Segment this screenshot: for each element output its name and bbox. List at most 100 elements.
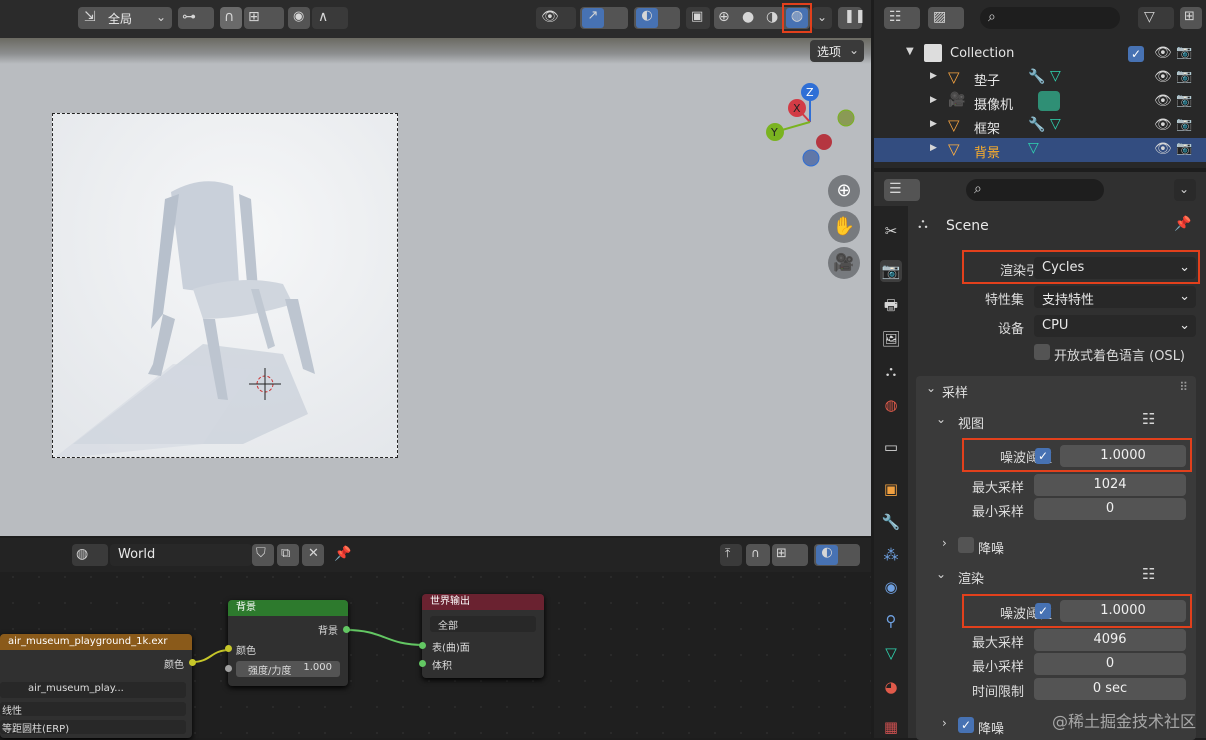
noise-threshold-field[interactable]: 1.0000: [1060, 600, 1186, 622]
visibility-dropdown[interactable]: 👁: [536, 7, 576, 29]
environment-texture-node[interactable]: air_museum_playground_1k.exr 颜色 air_muse…: [0, 634, 196, 738]
expand-arrow-icon[interactable]: ▶: [930, 143, 937, 153]
pin-icon[interactable]: 📌: [1174, 216, 1191, 232]
camera-render-icon[interactable]: 📷: [1176, 93, 1192, 108]
background-node[interactable]: 背景 背景 颜色 强度/力度 1.000: [225, 600, 350, 686]
render-engine-dropdown[interactable]: Cycles ⌄: [1034, 257, 1196, 279]
material-preview-icon[interactable]: ◑: [766, 9, 778, 25]
collection-include-checkbox[interactable]: ✓: [1128, 46, 1144, 62]
falloff-dropdown[interactable]: ∧: [312, 7, 348, 29]
output-target-dropdown[interactable]: 全部: [430, 616, 536, 632]
collection-tab-icon[interactable]: ▭: [880, 436, 902, 458]
eye-icon[interactable]: 👁: [1154, 141, 1172, 157]
solid-shading-icon[interactable]: ●: [742, 9, 754, 25]
overlays-dropdown[interactable]: ◐: [634, 7, 680, 29]
camera-render-icon[interactable]: 📷: [1176, 141, 1192, 156]
sampling-header[interactable]: ⌄ 采样 ⠿: [916, 376, 1196, 404]
expand-arrow-icon[interactable]: ▶: [930, 119, 937, 129]
surface-input-socket[interactable]: [419, 642, 426, 649]
expand-arrow-icon[interactable]: ▶: [930, 71, 937, 81]
eye-icon[interactable]: 👁: [1154, 45, 1172, 61]
shading-options-dropdown[interactable]: ⌄: [812, 7, 832, 29]
output-tab-icon[interactable]: 🖶: [880, 294, 902, 316]
scene-tab-icon[interactable]: ⛬: [880, 360, 902, 382]
display-mode-dropdown[interactable]: ☷: [884, 7, 920, 29]
viewport-subpanel-header[interactable]: ⌄ 视图 ☷: [926, 408, 1192, 434]
bg-strength-input-socket[interactable]: [225, 665, 232, 672]
outliner-row-background[interactable]: ▶ ▽ 背景 ▽ 👁 📷: [874, 138, 1206, 162]
options-dropdown[interactable]: 选项 ⌄: [810, 40, 864, 62]
pivot-dropdown[interactable]: ⊶: [178, 7, 214, 29]
device-dropdown[interactable]: CPU ⌄: [1034, 315, 1196, 337]
camera-render-icon[interactable]: 📷: [1176, 69, 1192, 84]
material-tab-icon[interactable]: ◕: [880, 676, 902, 698]
physics-tab-icon[interactable]: ◉: [880, 576, 902, 598]
min-samples-field[interactable]: 0: [1034, 498, 1186, 520]
wireframe-shading-icon[interactable]: ⊕: [718, 9, 730, 25]
properties-search-input[interactable]: ⌕: [966, 179, 1104, 201]
env-color-output-socket[interactable]: [189, 659, 196, 666]
transform-orientation-dropdown[interactable]: ⇲ 全局 ⌄: [78, 7, 172, 29]
volume-input-socket[interactable]: [419, 660, 426, 667]
expand-arrow-icon[interactable]: ▼: [906, 46, 914, 57]
zoom-icon[interactable]: ⊕: [828, 175, 860, 207]
editor-type-dropdown[interactable]: ☰: [884, 179, 920, 201]
env-image-selector[interactable]: air_museum_play...: [0, 682, 186, 698]
view-layer-tab-icon[interactable]: 🖼: [880, 328, 902, 350]
properties-options-dropdown[interactable]: ⌄: [1174, 179, 1196, 201]
outliner-collection-row[interactable]: ▼ Collection ✓ 👁 📷: [874, 42, 1206, 66]
viewport-denoise-checkbox[interactable]: [958, 537, 974, 553]
navigation-gizmo[interactable]: Z X Y: [760, 78, 860, 170]
pan-hand-icon[interactable]: ✋: [828, 211, 860, 243]
new-collection-button[interactable]: ⊞: [1180, 7, 1202, 29]
drag-handle-icon[interactable]: ⠿: [1179, 380, 1188, 394]
noise-threshold-checkbox[interactable]: ✓: [1035, 448, 1051, 464]
particles-tab-icon[interactable]: ⁂: [880, 544, 902, 566]
data-tab-icon[interactable]: ▽: [880, 642, 902, 664]
expand-arrow-icon[interactable]: ▶: [930, 95, 937, 105]
list-presets-icon[interactable]: ☷: [1142, 565, 1155, 583]
outliner-row-frame[interactable]: ▶ ▽ 框架 🔧 ▽ 👁 📷: [874, 114, 1206, 138]
interpolation-dropdown[interactable]: 线性: [0, 702, 186, 717]
camera-render-icon[interactable]: 📷: [1176, 45, 1192, 60]
osl-checkbox[interactable]: [1034, 344, 1050, 360]
feature-set-dropdown[interactable]: 支持特性 ⌄: [1034, 286, 1196, 308]
gizmo-dropdown[interactable]: ↗: [580, 7, 628, 29]
noise-threshold-checkbox[interactable]: ✓: [1035, 603, 1051, 619]
time-limit-field[interactable]: 0 sec: [1034, 678, 1186, 700]
world-output-node[interactable]: 世界输出 全部 表(曲)面 体积: [419, 594, 544, 678]
camera-render-icon[interactable]: 📷: [1176, 117, 1192, 132]
camera-view-icon[interactable]: 🎥: [828, 247, 860, 279]
outliner-search-input[interactable]: ⌕: [980, 7, 1120, 29]
pause-render-button[interactable]: ❚❚: [838, 7, 866, 29]
snap-target-dropdown[interactable]: ⊞: [244, 7, 284, 29]
texture-tab-icon[interactable]: ▦: [880, 716, 902, 738]
max-samples-field[interactable]: 4096: [1034, 629, 1186, 651]
proportional-edit-toggle[interactable]: ◉: [288, 7, 310, 29]
projection-dropdown[interactable]: 等距圆柱(ERP): [0, 720, 186, 735]
noise-threshold-field[interactable]: 1.0000: [1060, 445, 1186, 467]
rendered-shading-icon[interactable]: ◍: [786, 8, 808, 28]
list-presets-icon[interactable]: ☷: [1142, 410, 1155, 428]
xray-toggle[interactable]: ▣: [686, 7, 710, 29]
constraints-tab-icon[interactable]: ⚲: [880, 610, 902, 632]
bg-output-socket[interactable]: [343, 626, 350, 633]
render-subpanel-header[interactable]: ⌄ 渲染 ☷: [926, 563, 1192, 589]
render-tab-icon[interactable]: 📷: [880, 260, 902, 282]
min-samples-field[interactable]: 0: [1034, 653, 1186, 675]
outliner-row-mat[interactable]: ▶ ▽ 垫子 🔧 ▽ 👁 📷: [874, 66, 1206, 90]
tool-tab-icon[interactable]: ✂: [880, 220, 902, 242]
snap-toggle[interactable]: ∩: [220, 7, 242, 29]
eye-icon[interactable]: 👁: [1154, 117, 1172, 133]
world-tab-icon[interactable]: ◍: [880, 394, 902, 416]
max-samples-field[interactable]: 1024: [1034, 474, 1186, 496]
eye-icon[interactable]: 👁: [1154, 69, 1172, 85]
strength-field[interactable]: 强度/力度 1.000: [236, 661, 340, 677]
bg-color-input-socket[interactable]: [225, 645, 232, 652]
object-tab-icon[interactable]: ▣: [880, 478, 902, 500]
outliner-row-camera[interactable]: ▶ 🎥 摄像机 👁 📷: [874, 90, 1206, 114]
render-denoise-checkbox[interactable]: ✓: [958, 717, 974, 733]
filter-dropdown[interactable]: ▽: [1138, 7, 1174, 29]
viewport-denoise-header[interactable]: › 降噪: [926, 532, 1192, 558]
eye-icon[interactable]: 👁: [1154, 93, 1172, 109]
